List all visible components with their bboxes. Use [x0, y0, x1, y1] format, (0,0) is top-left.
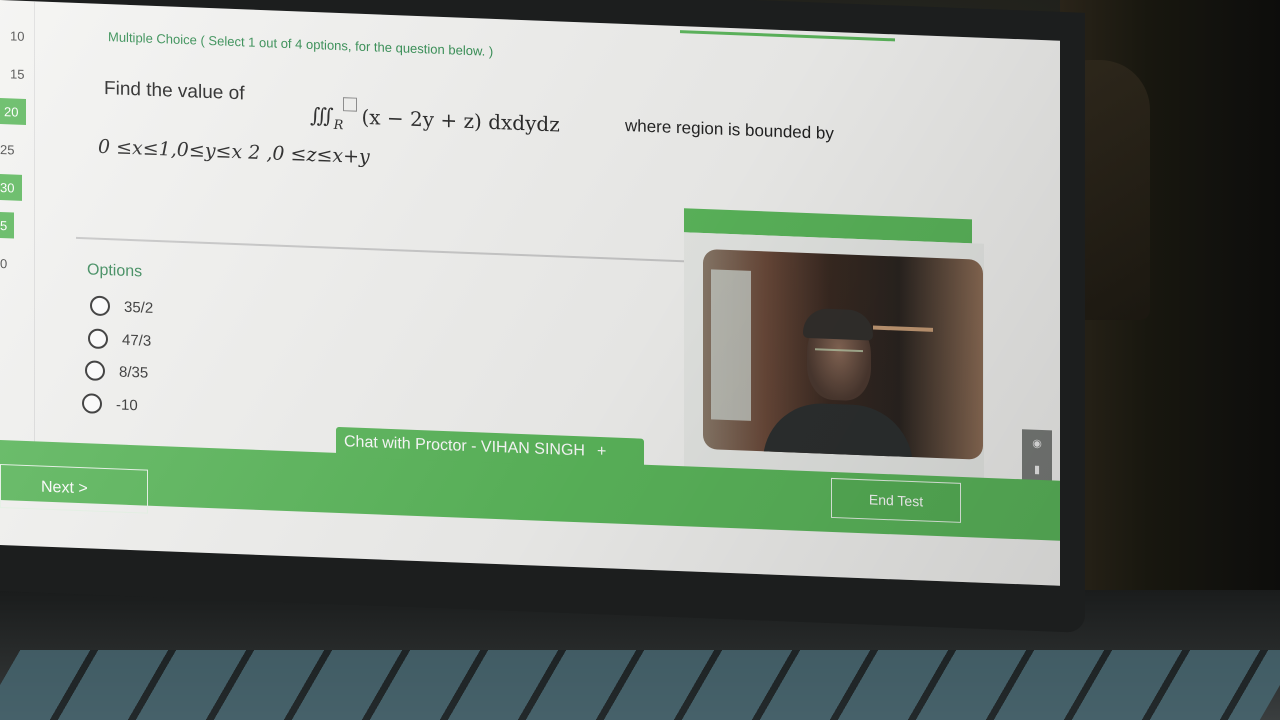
question-type-label: Multiple Choice ( Select 1 out of 4 opti…: [108, 29, 494, 59]
radio-button[interactable]: [90, 295, 110, 317]
video-icon[interactable]: ▮: [1034, 462, 1040, 475]
next-button[interactable]: Next >: [0, 464, 148, 514]
option-label: -10: [116, 395, 138, 414]
sidebar-divider: [34, 1, 35, 472]
radio-button[interactable]: [82, 393, 102, 414]
photo-scene: 10 15 20 25 30 5 0 Multiple Choice ( Sel…: [0, 0, 1280, 720]
region-description: where region is bounded by: [625, 116, 834, 144]
option-3[interactable]: 8/35: [85, 360, 148, 382]
window-light: [711, 269, 751, 421]
option-label: 47/3: [122, 331, 152, 350]
option-label: 35/2: [124, 298, 154, 317]
person-cap: [803, 307, 873, 341]
question-number-5[interactable]: 5: [0, 212, 14, 239]
webcam-feed: [703, 249, 983, 460]
option-4[interactable]: -10: [82, 393, 138, 415]
section-divider: [76, 236, 686, 263]
exam-screen: 10 15 20 25 30 5 0 Multiple Choice ( Sel…: [0, 0, 1060, 586]
integrand: (x − 2y + z) dxdydz: [361, 104, 560, 137]
keyboard: [0, 650, 1280, 720]
options-heading: Options: [87, 261, 143, 281]
integral-region: R: [333, 117, 344, 134]
triple-integral-symbol: ∭: [310, 102, 334, 128]
question-number-25[interactable]: 25: [0, 136, 34, 163]
plus-icon[interactable]: +: [597, 443, 606, 461]
question-number-10[interactable]: 10: [0, 22, 44, 50]
integral-formula: ∭R (x − 2y + z) dxdydz: [310, 96, 560, 142]
radio-button[interactable]: [85, 360, 105, 382]
placeholder-box: [343, 97, 358, 112]
question-number-15[interactable]: 15: [0, 60, 44, 88]
camera-icon[interactable]: ◉: [1032, 436, 1042, 449]
shelf: [873, 325, 933, 332]
end-test-button[interactable]: End Test: [831, 477, 961, 523]
option-2[interactable]: 47/3: [88, 328, 151, 350]
person-body: [763, 401, 913, 460]
question-number-20[interactable]: 20: [0, 98, 26, 125]
region-bounds: 0 ≤x≤1,0≤y≤x 2 ,0 ≤z≤x+y: [98, 135, 370, 169]
chat-label: Chat with Proctor - VIHAN SINGH: [344, 433, 585, 460]
option-1[interactable]: 35/2: [90, 295, 153, 317]
option-label: 8/35: [119, 363, 149, 382]
question-number-30[interactable]: 30: [0, 174, 22, 201]
person-glasses: [815, 348, 863, 363]
question-prompt: Find the value of: [104, 77, 245, 105]
radio-button[interactable]: [88, 328, 108, 350]
question-number-0[interactable]: 0: [0, 250, 34, 277]
